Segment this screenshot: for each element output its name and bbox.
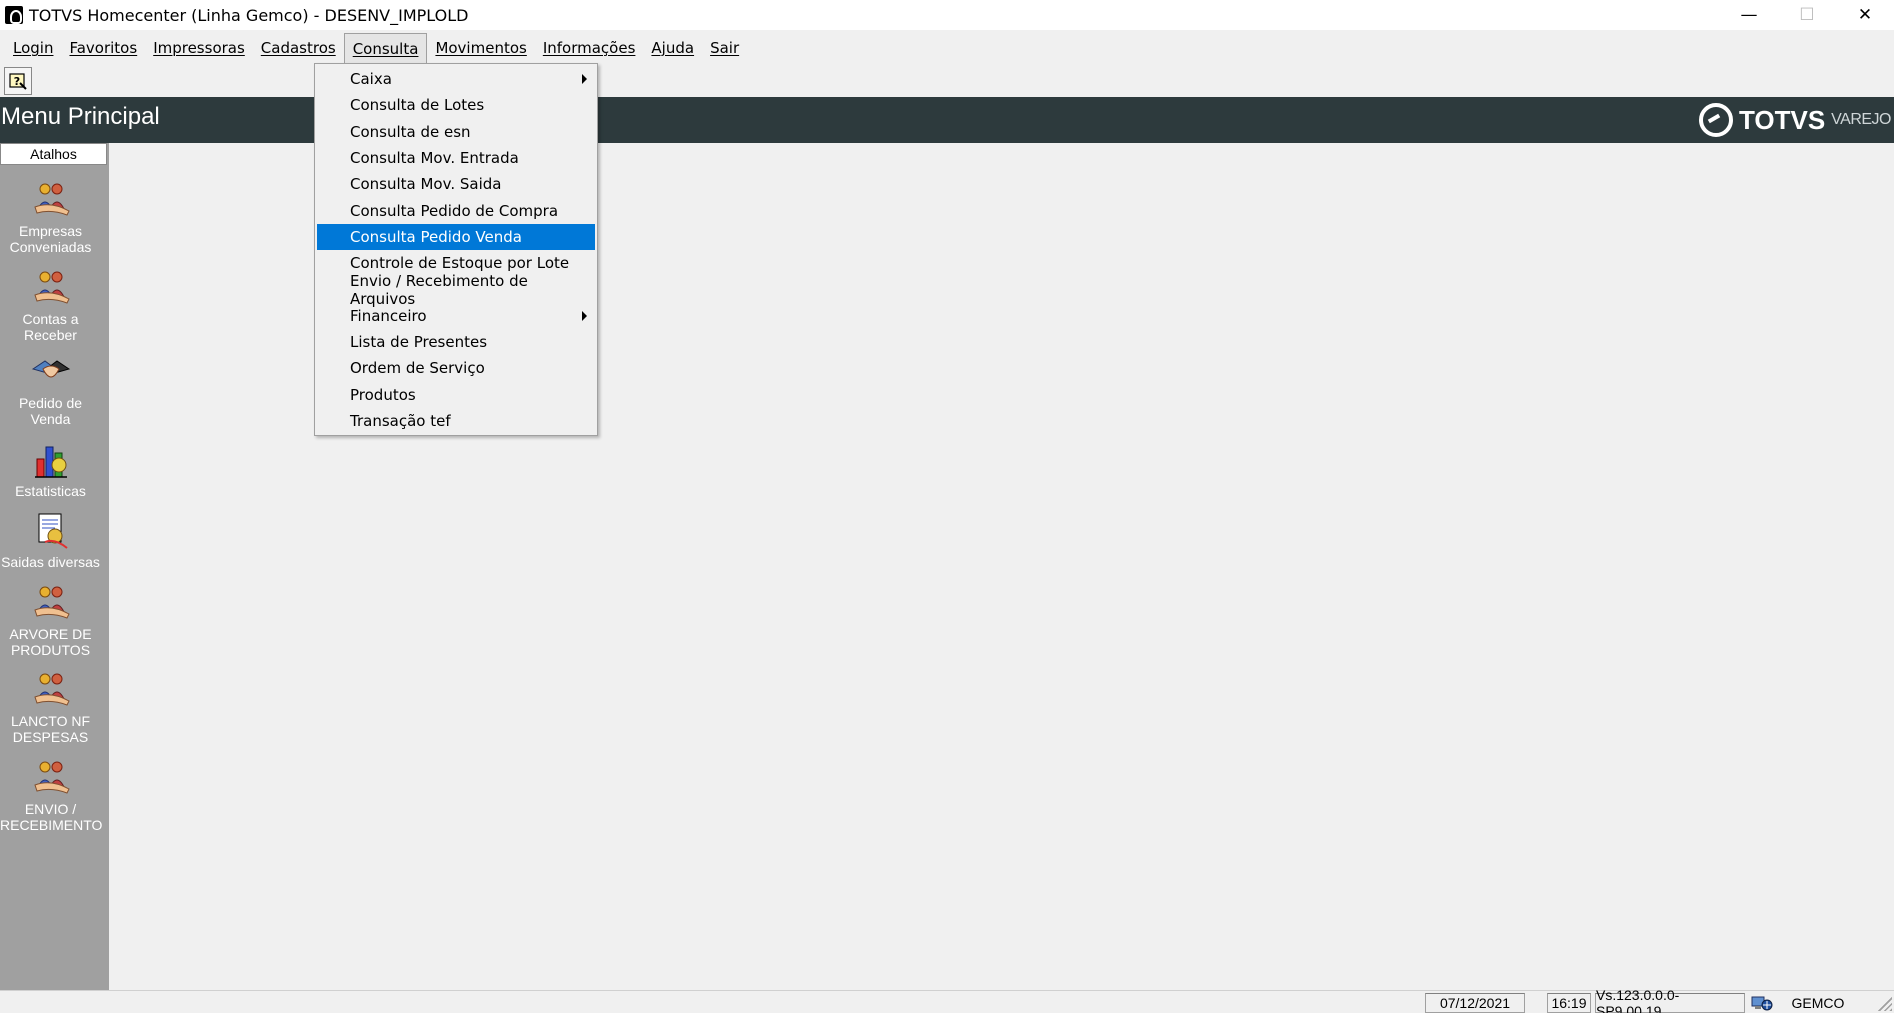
consulta-dropdown-menu: Caixa Consulta de Lotes Consulta de esn … xyxy=(314,63,598,436)
menu-ajuda[interactable]: Ajuda xyxy=(643,33,702,63)
menu-item-consulta-pedido-de-compra[interactable]: Consulta Pedido de Compra xyxy=(317,197,595,223)
shortcut-empresas-conveniadas[interactable]: Empresas Conveniadas xyxy=(0,181,101,255)
menu-item-label: Consulta Mov. Entrada xyxy=(350,149,519,168)
shortcut-label: Pedido de xyxy=(18,395,83,411)
menu-item-consulta-mov-saida[interactable]: Consulta Mov. Saida xyxy=(317,171,595,197)
menu-item-consulta-de-lotes[interactable]: Consulta de Lotes xyxy=(317,92,595,118)
help-tool-button[interactable]: ? xyxy=(4,67,32,95)
network-icon xyxy=(1748,993,1776,1013)
menu-item-label: Ordem de Serviço xyxy=(350,359,485,378)
shortcut-label: Saidas diversas xyxy=(1,554,100,570)
menu-impressoras[interactable]: Impressoras xyxy=(145,33,253,63)
shortcut-arvore-de-produtos[interactable]: ARVORE DE PRODUTOS xyxy=(0,584,101,658)
menu-item-label: Consulta de Lotes xyxy=(350,96,485,115)
menu-item-transacao-tef[interactable]: Transação tef xyxy=(317,408,595,434)
menu-item-envio-recebimento-de-arquivos[interactable]: Envio / Recebimento de Arquivos xyxy=(317,272,595,308)
people-icon xyxy=(33,586,70,619)
help-icon: ? xyxy=(9,73,27,90)
status-version: Vs.123.0.0.0-SP9.00.19 xyxy=(1595,987,1745,1013)
menu-item-produtos[interactable]: Produtos xyxy=(317,382,595,408)
menu-item-lista-de-presentes[interactable]: Lista de Presentes xyxy=(317,329,595,355)
shortcuts-tab[interactable]: Atalhos xyxy=(0,143,107,165)
status-user: GEMCO xyxy=(1791,995,1845,1011)
shortcut-estatisticas[interactable]: Estatisticas xyxy=(0,441,101,499)
menu-item-label: Consulta Mov. Saida xyxy=(350,175,502,194)
menu-item-consulta-mov-entrada[interactable]: Consulta Mov. Entrada xyxy=(317,145,595,171)
status-date: 07/12/2021 xyxy=(1425,993,1525,1013)
shortcut-pedido-de-venda[interactable]: Pedido de Venda xyxy=(0,353,101,427)
shortcuts-sidebar: Atalhos Empresas Conveniadas Contas a Re… xyxy=(0,143,109,990)
status-time: 16:19 xyxy=(1547,993,1591,1013)
people-icon xyxy=(33,673,70,706)
shortcut-envio-recebimento[interactable]: ENVIO / RECEBIMENTO xyxy=(0,759,103,833)
menu-favoritos[interactable]: Favoritos xyxy=(61,33,145,63)
shortcut-contas-a-receber[interactable]: Contas a Receber xyxy=(0,269,101,343)
toolbar: ? xyxy=(0,63,1894,97)
people-icon xyxy=(33,271,70,304)
menu-item-label: Produtos xyxy=(350,385,416,404)
menu-item-label: Consulta de esn xyxy=(350,122,471,141)
menu-item-financeiro[interactable]: Financeiro xyxy=(317,303,595,329)
menu-item-caixa[interactable]: Caixa xyxy=(317,66,595,92)
menu-item-label: Controle de Estoque por Lote xyxy=(350,254,570,273)
resize-grip-icon[interactable] xyxy=(1878,997,1892,1011)
shortcut-label: Contas a xyxy=(22,311,79,327)
totvs-logo-icon xyxy=(1698,103,1733,137)
maximize-button[interactable]: ☐ xyxy=(1778,0,1836,30)
people-icon xyxy=(33,183,70,216)
svg-text:?: ? xyxy=(14,75,20,88)
minimize-button[interactable]: — xyxy=(1720,0,1778,30)
menu-sair[interactable]: Sair xyxy=(702,33,747,63)
shortcut-label: LANCTO NF xyxy=(10,713,91,729)
menu-informacoes[interactable]: Informações xyxy=(535,33,644,63)
menu-movimentos[interactable]: Movimentos xyxy=(427,33,534,63)
menu-item-label: Caixa xyxy=(350,70,392,89)
main-header: Menu Principal TOTVS VAREJO xyxy=(0,97,1894,143)
shortcut-label: Empresas xyxy=(18,223,83,239)
shortcut-label: DESPESAS xyxy=(12,729,89,745)
window-controls: — ☐ ✕ xyxy=(1720,0,1894,30)
window-title: TOTVS Homecenter (Linha Gemco) - DESENV_… xyxy=(29,5,469,25)
menu-item-label: Consulta Pedido Venda xyxy=(350,227,522,246)
close-button[interactable]: ✕ xyxy=(1836,0,1894,30)
menu-item-consulta-de-esn[interactable]: Consulta de esn xyxy=(317,119,595,145)
shortcut-label: Estatisticas xyxy=(15,483,86,499)
menu-item-ordem-de-servico[interactable]: Ordem de Serviço xyxy=(317,355,595,381)
shortcut-label: ENVIO / xyxy=(24,801,77,817)
shortcut-label: Receber xyxy=(24,327,77,343)
menu-item-label: Transação tef xyxy=(350,412,451,430)
chart-icon xyxy=(34,446,67,478)
menu-item-label: Financeiro xyxy=(350,306,427,325)
shortcut-lancto-nf-despesas[interactable]: LANCTO NF DESPESAS xyxy=(0,671,101,745)
menu-item-label: Consulta Pedido de Compra xyxy=(350,201,559,220)
submenu-arrow-icon xyxy=(582,74,587,85)
menu-consulta[interactable]: Consulta xyxy=(343,33,428,63)
brand-sub: VAREJO xyxy=(1831,111,1891,128)
status-bar: 07/12/2021 16:19 Vs.123.0.0.0-SP9.00.19 … xyxy=(0,987,1894,1013)
shortcut-label: Venda xyxy=(30,411,71,427)
computer-icon xyxy=(1751,996,1773,1011)
submenu-arrow-icon xyxy=(582,310,587,321)
brand-name: TOTVS xyxy=(1738,104,1826,135)
document-icon xyxy=(38,513,68,549)
menu-item-label: Lista de Presentes xyxy=(350,333,488,352)
app-logo-icon xyxy=(5,6,23,24)
shortcut-saidas-diversas[interactable]: Saidas diversas xyxy=(0,512,101,570)
handshake-icon xyxy=(31,360,70,378)
menu-cadastros[interactable]: Cadastros xyxy=(253,33,344,63)
brand-logo: TOTVS VAREJO xyxy=(1698,103,1891,137)
shortcut-label: PRODUTOS xyxy=(10,642,91,658)
shortcut-label: ARVORE DE xyxy=(9,626,92,642)
menu-bar: Login Favoritos Impressoras Cadastros Co… xyxy=(0,33,1894,63)
shortcut-label: RECEBIMENTO xyxy=(0,817,103,833)
page-title: Menu Principal xyxy=(1,103,160,130)
shortcut-label: Conveniadas xyxy=(9,239,92,255)
menu-login[interactable]: Login xyxy=(5,33,61,63)
title-bar: TOTVS Homecenter (Linha Gemco) - DESENV_… xyxy=(0,0,1894,30)
menu-item-consulta-pedido-venda[interactable]: Consulta Pedido Venda xyxy=(317,223,595,251)
people-icon xyxy=(33,761,70,794)
